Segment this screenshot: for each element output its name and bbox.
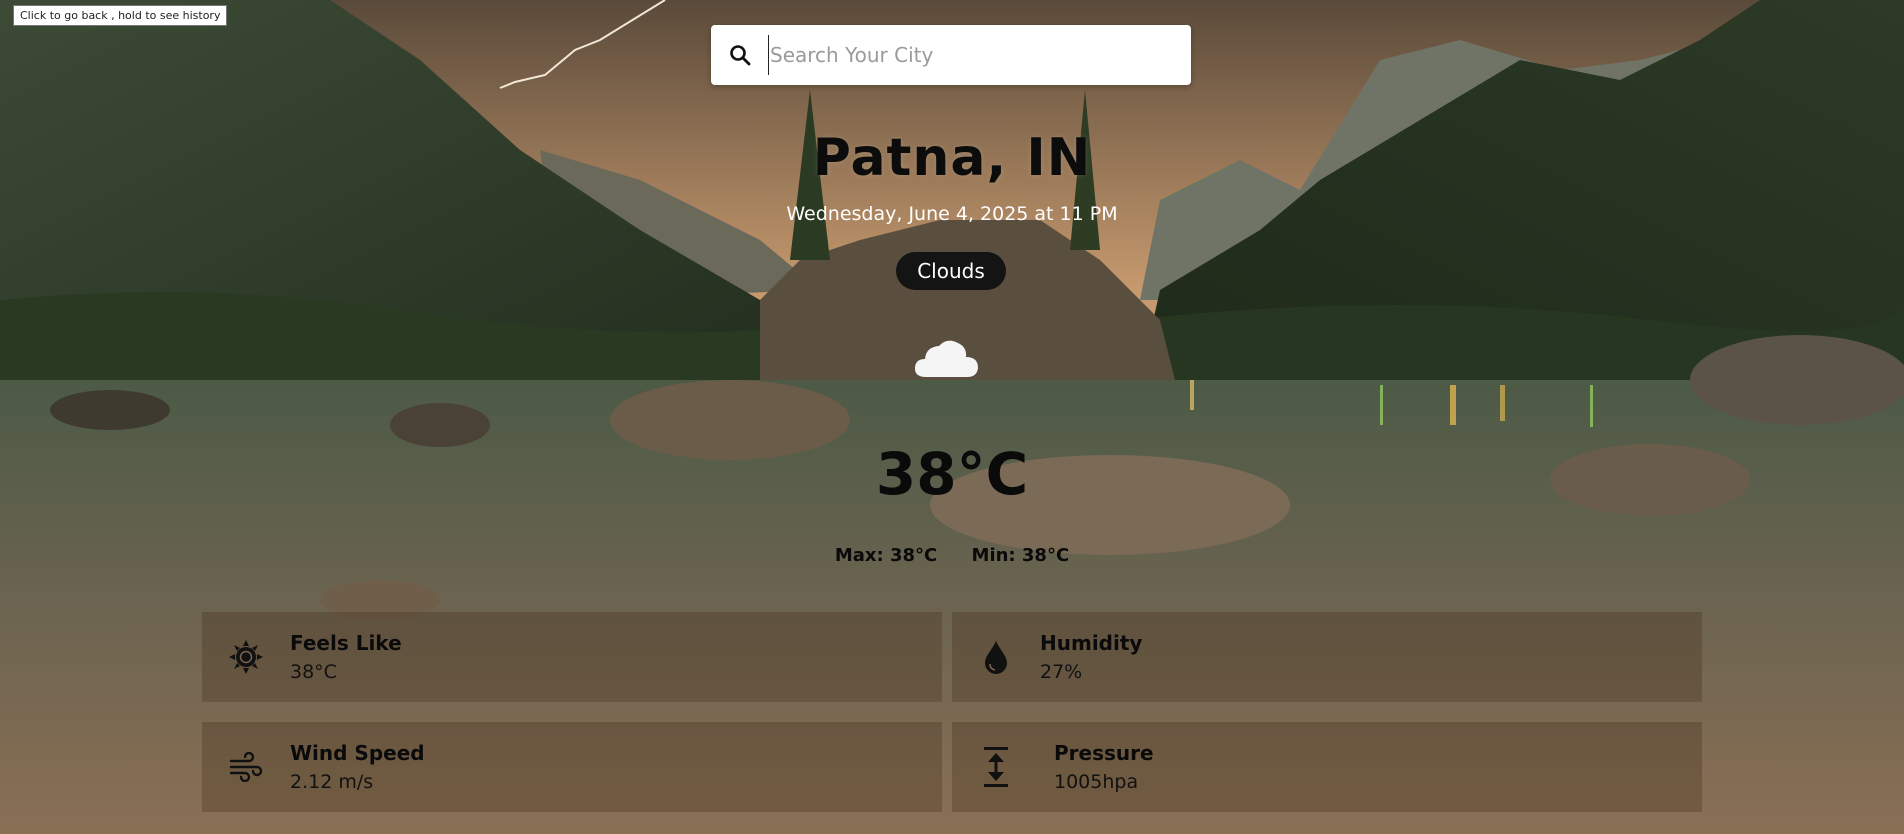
card-label: Pressure <box>1054 741 1154 765</box>
date-time: Wednesday, June 4, 2025 at 11 PM <box>786 203 1118 225</box>
max-temperature: Max: 38°C <box>834 545 938 566</box>
card-label: Wind Speed <box>290 741 425 765</box>
card-value: 2.12 m/s <box>290 771 374 793</box>
card-value: 1005hpa <box>1054 771 1139 793</box>
card-humidity: Humidity 27% <box>952 612 1702 702</box>
card-label: Humidity <box>1040 631 1143 655</box>
water-drop-icon <box>976 637 1016 677</box>
min-temperature: Min: 38°C <box>971 545 1070 566</box>
card-label: Feels Like <box>290 631 402 655</box>
search-input[interactable] <box>768 35 1191 75</box>
card-value: 27% <box>1040 661 1083 683</box>
card-pressure: Pressure 1005hpa <box>952 722 1702 812</box>
back-button-tooltip: Click to go back , hold to see history <box>13 5 228 26</box>
weather-details: Feels Like 38°C Humidity 27% Wind Speed … <box>202 612 1702 812</box>
temperature: 38°C <box>875 440 1029 508</box>
weather-condition-badge: Clouds <box>896 252 1006 290</box>
card-wind-speed: Wind Speed 2.12 m/s <box>202 722 942 812</box>
wind-icon <box>226 747 266 787</box>
card-value: 38°C <box>290 661 337 683</box>
temperature-range: Max: 38°C Min: 38°C <box>0 545 1904 566</box>
pressure-icon <box>976 747 1016 787</box>
cloud-icon <box>912 335 982 389</box>
card-feels-like: Feels Like 38°C <box>202 612 942 702</box>
sun-icon <box>226 637 266 677</box>
search-icon[interactable] <box>728 43 752 67</box>
search-bar[interactable] <box>711 25 1191 85</box>
city-name: Patna, IN <box>812 128 1092 188</box>
